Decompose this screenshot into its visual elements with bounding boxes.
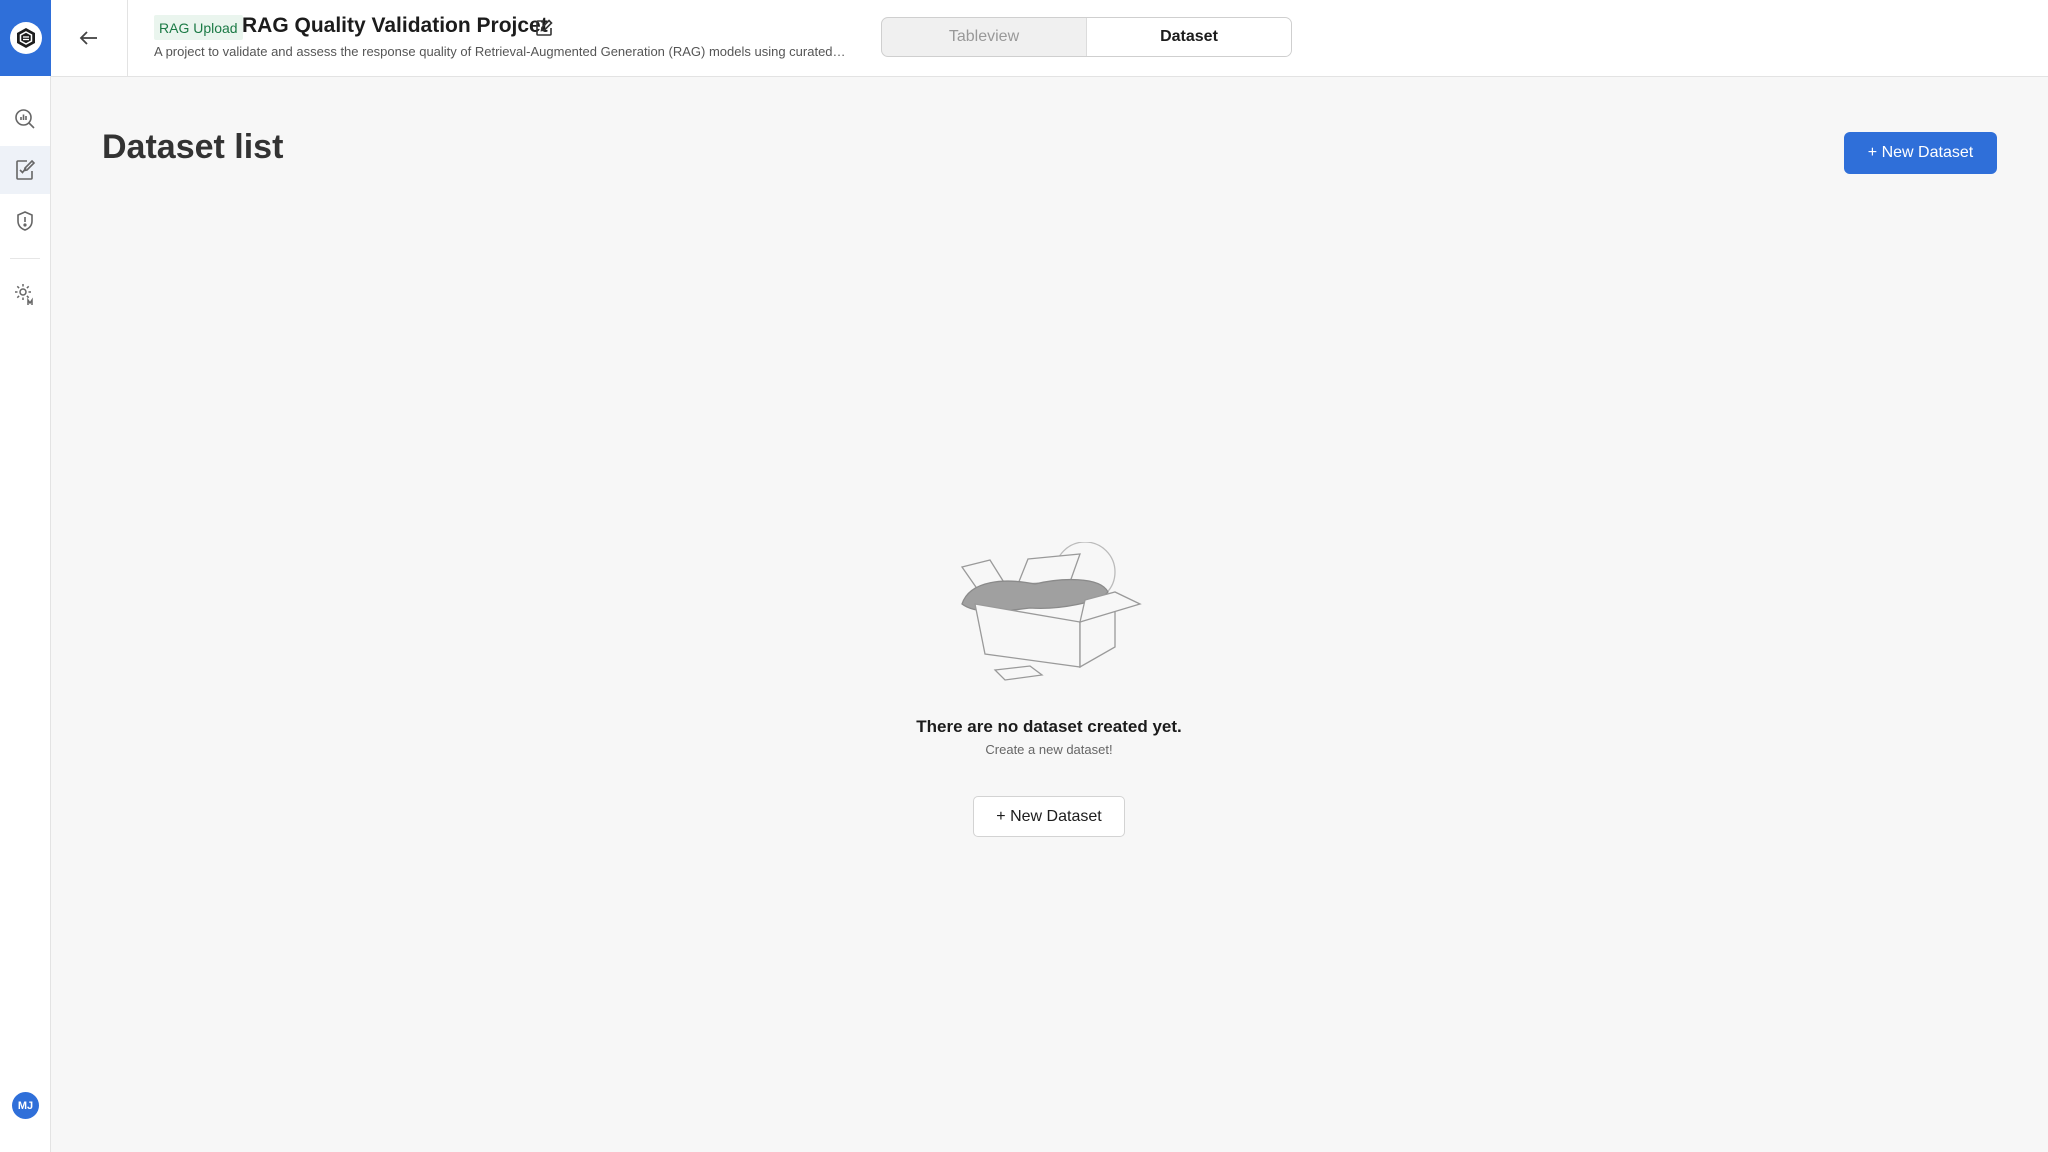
settings-user-icon bbox=[15, 284, 33, 305]
project-type-badge: RAG Upload bbox=[154, 15, 243, 40]
app-logo[interactable] bbox=[0, 0, 51, 76]
new-dataset-button[interactable]: + New Dataset bbox=[1844, 132, 1997, 174]
top-header: RAG Upload RAG Quality Validation Projce… bbox=[51, 0, 2048, 77]
sidebar-item-settings[interactable] bbox=[0, 270, 50, 318]
sidebar-item-security[interactable] bbox=[0, 197, 50, 245]
edit-checklist-icon bbox=[16, 159, 36, 180]
project-description: A project to validate and assess the res… bbox=[154, 44, 846, 59]
view-tabs: Tableview Dataset bbox=[881, 17, 1292, 57]
analytics-search-icon bbox=[15, 109, 35, 129]
shield-alert-icon bbox=[17, 211, 33, 231]
tab-tableview[interactable]: Tableview bbox=[882, 18, 1086, 56]
logo-icon bbox=[9, 22, 42, 54]
empty-box-illustration bbox=[950, 541, 1150, 697]
sidebar-item-evaluation[interactable] bbox=[0, 146, 50, 194]
back-button[interactable] bbox=[51, 0, 128, 76]
arrow-left-icon bbox=[79, 31, 97, 45]
sidebar-item-analytics[interactable] bbox=[0, 95, 50, 143]
empty-new-dataset-button[interactable]: + New Dataset bbox=[973, 796, 1125, 837]
tab-dataset[interactable]: Dataset bbox=[1086, 18, 1291, 56]
edit-icon bbox=[536, 19, 553, 36]
empty-state-title: There are no dataset created yet. bbox=[916, 717, 1182, 736]
project-title: RAG Quality Validation Projcet bbox=[242, 14, 548, 37]
empty-state-subtitle: Create a new dataset! bbox=[985, 742, 1113, 757]
avatar[interactable]: MJ bbox=[12, 1092, 39, 1119]
sidebar-divider bbox=[10, 258, 40, 259]
sidebar: MJ bbox=[0, 0, 51, 1152]
page-title: Dataset list bbox=[102, 128, 284, 166]
edit-title-button[interactable] bbox=[534, 18, 554, 38]
